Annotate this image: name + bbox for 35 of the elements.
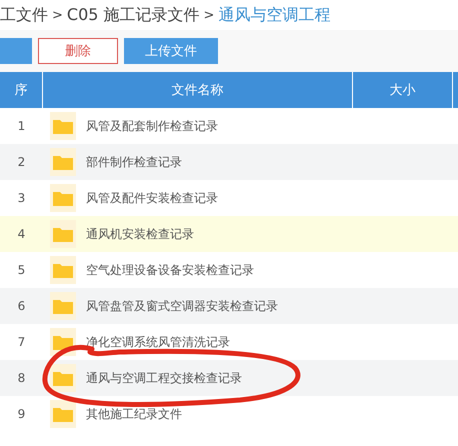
row-number: 1 (16, 119, 26, 133)
row-number: 5 (16, 263, 26, 277)
file-name[interactable]: 其他施工纪录文件 (86, 406, 182, 422)
file-name[interactable]: 通风机安装检查记录 (86, 226, 194, 242)
row-number: 2 (16, 155, 26, 169)
table-row[interactable]: 8 通风与空调工程交接检查记录 (0, 360, 458, 396)
folder-icon (50, 364, 76, 392)
folder-icon (50, 148, 76, 176)
folder-icon (50, 112, 76, 140)
row-number: 3 (16, 191, 26, 205)
folder-icon (50, 400, 76, 428)
row-number: 7 (16, 335, 26, 349)
row-number: 6 (16, 299, 26, 313)
table-row[interactable]: 4 通风机安装检查记录 (0, 216, 458, 252)
file-name[interactable]: 部件制作检查记录 (86, 154, 182, 170)
toolbar-button[interactable]: 删除 (38, 38, 118, 64)
row-number: 8 (16, 371, 26, 385)
breadcrumb-link[interactable]: 工文件 (0, 4, 48, 26)
table-row[interactable]: 6 风管盘管及窗式空调器安装检查记录 (0, 288, 458, 324)
file-name[interactable]: 空气处理设备设备安装检查记录 (86, 262, 254, 278)
file-name[interactable]: 风管及配件安装检查记录 (86, 190, 218, 206)
folder-icon (50, 292, 76, 320)
breadcrumb-link[interactable]: C05 施工记录文件 (66, 4, 200, 26)
file-name[interactable]: 风管及配套制作检查记录 (86, 118, 218, 134)
breadcrumb-separator: > (204, 8, 214, 22)
folder-icon (50, 220, 76, 248)
folder-icon (50, 256, 76, 284)
breadcrumb-separator: > (52, 8, 63, 22)
file-name[interactable]: 风管盘管及窗式空调器安装检查记录 (86, 298, 278, 314)
table-row[interactable]: 2 部件制作检查记录 (0, 144, 458, 180)
row-number: 9 (16, 407, 26, 421)
folder-icon (50, 184, 76, 212)
row-number: 4 (16, 227, 26, 241)
toolbar-button[interactable] (0, 38, 32, 64)
file-name[interactable]: 通风与空调工程交接检查记录 (86, 370, 242, 386)
